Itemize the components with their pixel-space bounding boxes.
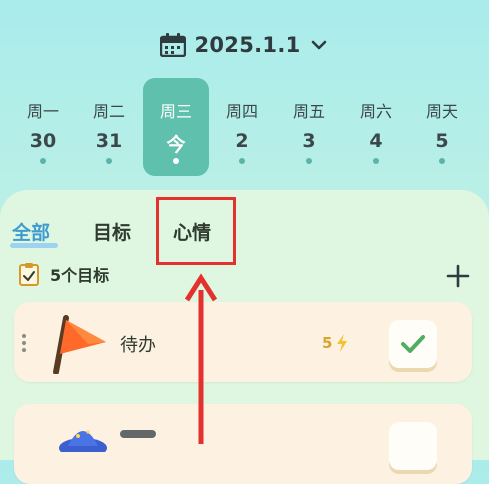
day-name: 周六 xyxy=(359,102,392,121)
annotation-highlight-box xyxy=(156,197,236,265)
goal-title: 待办 xyxy=(120,335,156,356)
complete-checkbox[interactable] xyxy=(389,320,437,368)
day-name: 周五 xyxy=(292,102,325,121)
day-name: 周三 xyxy=(159,102,192,121)
day-name: 周一 xyxy=(26,102,59,121)
complete-checkbox[interactable] xyxy=(389,422,437,470)
tab-all[interactable]: 全部 xyxy=(12,218,50,245)
add-goal-button[interactable] xyxy=(443,261,473,291)
day-dot xyxy=(173,158,179,164)
day-number: 3 xyxy=(302,130,316,152)
day-tue[interactable]: 周二 31 xyxy=(76,78,142,176)
day-fri[interactable]: 周五 3 xyxy=(276,78,342,176)
tab-active-indicator xyxy=(10,243,58,248)
chevron-down-icon xyxy=(311,40,326,50)
day-dot xyxy=(439,158,445,164)
day-dot xyxy=(306,158,312,164)
day-number: 2 xyxy=(235,130,249,152)
day-number: 31 xyxy=(95,130,123,152)
clipboard-icon xyxy=(19,263,39,286)
energy-points: 5 xyxy=(322,334,348,352)
day-number: 4 xyxy=(369,130,383,152)
day-thu[interactable]: 周四 2 xyxy=(209,78,275,176)
plus-icon xyxy=(446,264,470,288)
checkmark-icon xyxy=(401,335,425,353)
date-label: 2025.1.1 xyxy=(194,33,301,57)
goal-card[interactable] xyxy=(14,404,472,484)
date-selector[interactable]: 2025.1.1 xyxy=(0,30,489,60)
day-sat[interactable]: 周六 4 xyxy=(343,78,409,176)
goals-summary: 5个目标 xyxy=(18,262,109,286)
week-strip: 周一 30 周二 31 周三 今 周四 2 周五 3 周六 4 周天 5 xyxy=(0,78,489,178)
lightning-icon xyxy=(337,334,348,352)
drag-handle-icon[interactable] xyxy=(22,334,26,355)
tab-goal[interactable]: 目标 xyxy=(93,218,131,245)
day-mon[interactable]: 周一 30 xyxy=(10,78,76,176)
day-dot xyxy=(239,158,245,164)
day-number: 今 xyxy=(166,134,186,156)
day-dot xyxy=(373,158,379,164)
goal-card[interactable]: 待办 5 xyxy=(14,302,472,382)
day-name: 周天 xyxy=(425,102,458,121)
day-sun[interactable]: 周天 5 xyxy=(409,78,475,176)
day-dot xyxy=(106,158,112,164)
day-wed-selected[interactable]: 周三 今 xyxy=(143,78,209,176)
goals-count: 5个目标 xyxy=(50,266,110,285)
wizard-hat-icon xyxy=(59,430,107,452)
calendar-icon xyxy=(160,33,187,57)
day-name: 周四 xyxy=(225,102,258,121)
flag-icon xyxy=(53,315,106,374)
day-name: 周二 xyxy=(92,102,125,121)
day-number: 30 xyxy=(29,130,57,152)
day-dot xyxy=(40,158,46,164)
goal-title-fragment xyxy=(120,430,156,438)
energy-value: 5 xyxy=(322,334,333,352)
day-number: 5 xyxy=(435,130,449,152)
